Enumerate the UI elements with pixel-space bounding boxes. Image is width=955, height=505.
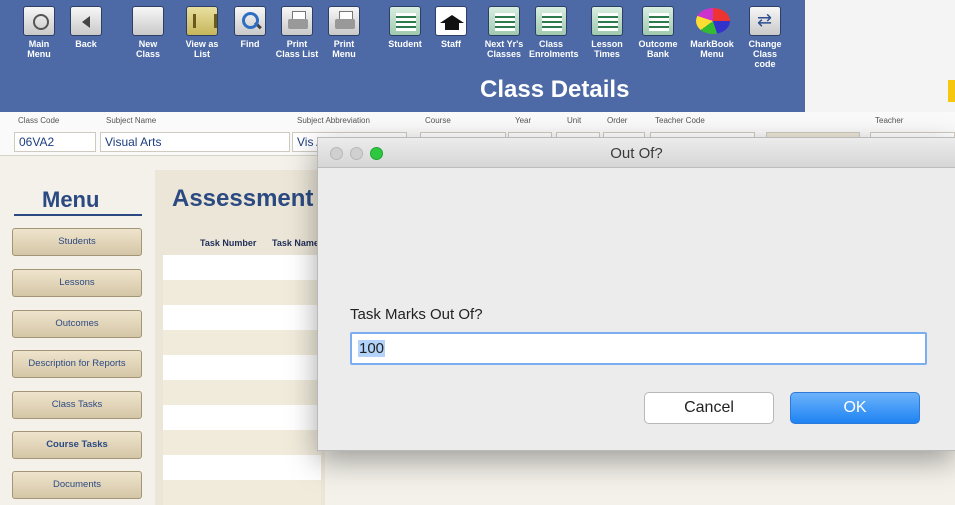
back-button[interactable]: Back xyxy=(64,6,108,49)
print-menu-label: Print Menu xyxy=(332,39,356,59)
print-icon xyxy=(281,6,313,36)
dialog-title: Out Of? xyxy=(610,145,663,162)
print-class-list-button[interactable]: Print Class List xyxy=(275,6,319,59)
menu-outcomes-button[interactable]: Outcomes xyxy=(12,310,142,338)
lesson-times-icon xyxy=(591,6,623,36)
table-row[interactable] xyxy=(163,305,321,330)
table-row[interactable] xyxy=(163,330,321,355)
outcome-bank-icon xyxy=(642,6,674,36)
change-code-icon xyxy=(749,6,781,36)
dialog-titlebar[interactable]: Out Of? xyxy=(318,138,955,168)
lesson-times-label: Lesson Times xyxy=(591,39,623,59)
new-class-label: New Class xyxy=(135,39,161,59)
table-row[interactable] xyxy=(163,430,321,455)
menu-class-tasks-button[interactable]: Class Tasks xyxy=(12,391,142,419)
menu-documents-button[interactable]: Documents xyxy=(12,471,142,499)
cancel-button[interactable]: Cancel xyxy=(644,392,774,424)
table-row[interactable] xyxy=(163,455,321,480)
menu-course-tasks-button[interactable]: Course Tasks xyxy=(12,431,142,459)
subject-name-label: Subject Name xyxy=(106,116,157,125)
outcome-bank-button[interactable]: Outcome Bank xyxy=(636,6,680,59)
list-icon xyxy=(186,6,218,36)
find-button[interactable]: Find xyxy=(228,6,272,49)
class-enrolments-button[interactable]: Class Enrolments xyxy=(529,6,579,59)
student-icon xyxy=(389,6,421,36)
table-row[interactable] xyxy=(163,355,321,380)
year-label: Year xyxy=(515,116,532,125)
table-row[interactable] xyxy=(163,480,321,505)
course-label: Course xyxy=(425,116,451,125)
task-marks-value: 100 xyxy=(358,340,386,357)
menu-title: Menu xyxy=(42,187,100,212)
print-icon xyxy=(328,6,360,36)
new-class-icon xyxy=(132,6,164,36)
table-row[interactable] xyxy=(163,405,321,430)
back-label: Back xyxy=(75,39,97,49)
outcome-bank-label: Outcome Bank xyxy=(638,39,678,59)
toolbar: Main Menu Back New Class View as List Fi… xyxy=(0,0,955,112)
enrolments-icon xyxy=(535,6,567,36)
menu-divider xyxy=(14,214,142,216)
back-icon xyxy=(70,6,102,36)
print-menu-button[interactable]: Print Menu xyxy=(322,6,366,59)
task-marks-prompt: Task Marks Out Of? xyxy=(350,306,483,323)
main-menu-label: Main Menu xyxy=(27,39,51,59)
subject-abbr-label: Subject Abbreviation xyxy=(297,116,370,125)
view-as-list-label: View as List xyxy=(185,39,219,59)
class-code-label: Class Code xyxy=(18,116,60,125)
next-yrs-classes-button[interactable]: Next Yr's Classes xyxy=(482,6,526,59)
subject-name-field[interactable]: Visual Arts xyxy=(100,132,290,152)
ok-button[interactable]: OK xyxy=(790,392,920,424)
view-as-list-button[interactable]: View as List xyxy=(180,6,224,59)
classes-icon xyxy=(488,6,520,36)
next-yrs-classes-label: Next Yr's Classes xyxy=(484,39,524,59)
column-header-task-name: Task Name xyxy=(272,238,319,248)
status-indicator xyxy=(948,80,955,102)
staff-button[interactable]: Staff xyxy=(429,6,473,49)
task-marks-input[interactable]: 100 xyxy=(350,332,927,365)
assessment-title: Assessment xyxy=(172,185,314,212)
staff-icon xyxy=(435,6,467,36)
change-class-code-label: Change Class code xyxy=(748,39,782,69)
change-class-code-button[interactable]: Change Class code xyxy=(743,6,787,69)
table-row[interactable] xyxy=(163,255,321,280)
main-menu-icon xyxy=(23,6,55,36)
page-title: Class Details xyxy=(480,76,630,103)
menu-students-button[interactable]: Students xyxy=(12,228,142,256)
student-button[interactable]: Student xyxy=(383,6,427,49)
table-row[interactable] xyxy=(163,380,321,405)
markbook-menu-label: MarkBook Menu xyxy=(690,39,734,59)
lesson-times-button[interactable]: Lesson Times xyxy=(585,6,629,59)
teacher-code-label: Teacher Code xyxy=(655,116,705,125)
main-menu-button[interactable]: Main Menu xyxy=(17,6,61,59)
table-row[interactable] xyxy=(163,280,321,305)
new-class-button[interactable]: New Class xyxy=(126,6,170,59)
order-label: Order xyxy=(607,116,628,125)
class-code-field[interactable]: 06VA2 xyxy=(14,132,96,152)
find-icon xyxy=(234,6,266,36)
class-enrolments-label: Class Enrolments xyxy=(529,39,579,59)
find-label: Find xyxy=(240,39,260,49)
markbook-icon xyxy=(696,6,730,36)
staff-label: Staff xyxy=(441,39,461,49)
menu-lessons-button[interactable]: Lessons xyxy=(12,269,142,297)
toolbar-blank-area xyxy=(805,0,955,112)
column-header-task-number: Task Number xyxy=(200,238,257,248)
out-of-dialog: Out Of? Task Marks Out Of? 100 Cancel OK xyxy=(317,137,955,451)
student-label: Student xyxy=(388,39,422,49)
print-class-list-label: Print Class List xyxy=(275,39,319,59)
markbook-menu-button[interactable]: MarkBook Menu xyxy=(690,6,734,59)
unit-label: Unit xyxy=(567,116,582,125)
menu-description-for-reports-button[interactable]: Description for Reports xyxy=(12,350,142,378)
teacher-label: Teacher xyxy=(875,116,904,125)
